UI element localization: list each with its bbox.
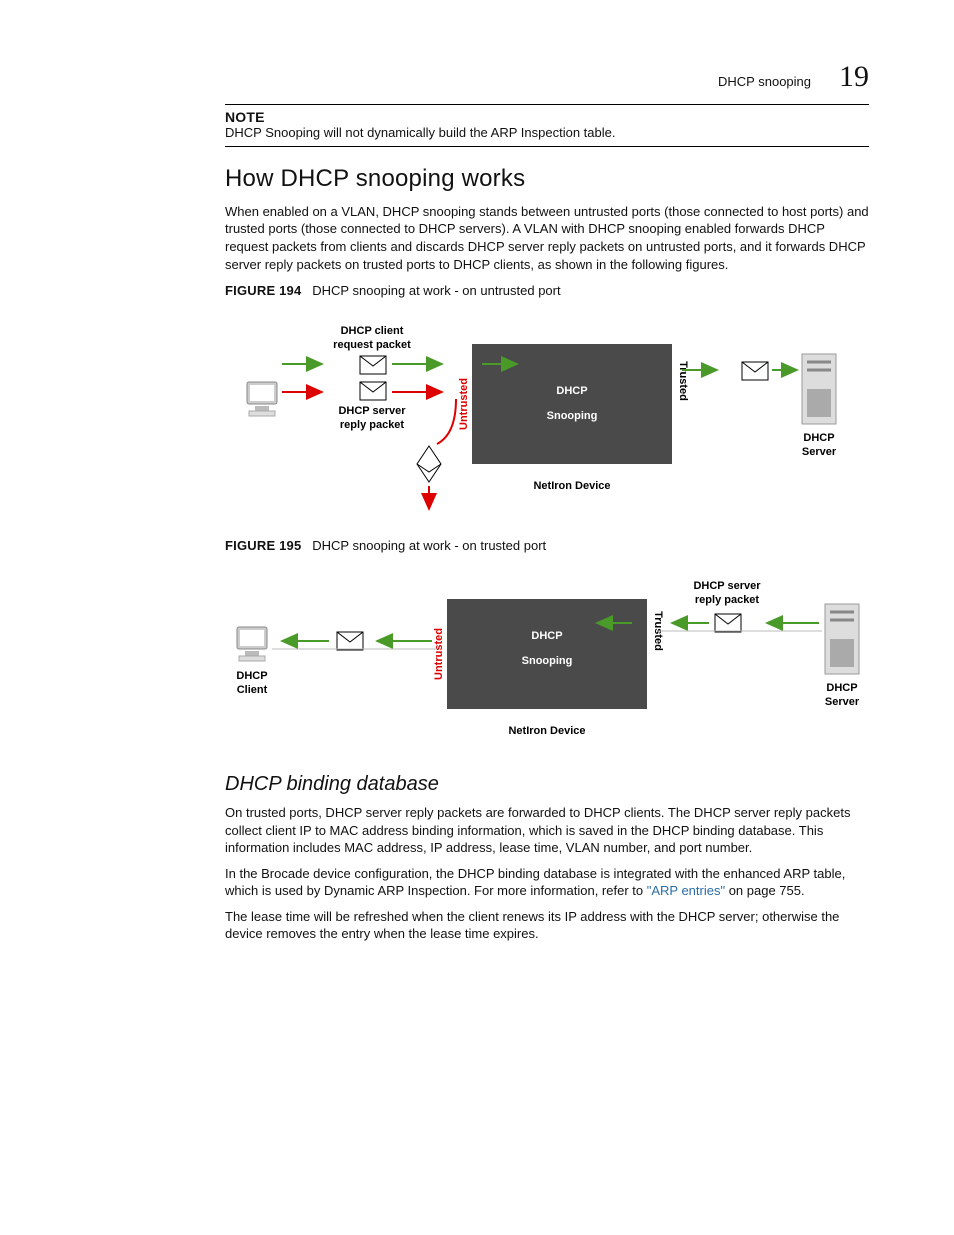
body-paragraph: On trusted ports, DHCP server reply pack… xyxy=(225,804,869,857)
body-paragraph: The lease time will be refreshed when th… xyxy=(225,908,869,943)
svg-text:reply packet: reply packet xyxy=(695,594,760,606)
page-content: DHCP snooping 19 NOTE DHCP Snooping will… xyxy=(0,0,954,1011)
computer-icon xyxy=(247,382,277,416)
divider xyxy=(225,146,869,147)
svg-text:Trusted: Trusted xyxy=(677,361,689,401)
figure-caption-text: DHCP snooping at work - on untrusted por… xyxy=(312,283,560,298)
figure-caption: FIGURE 194 DHCP snooping at work - on un… xyxy=(225,283,869,298)
svg-text:DHCP: DHCP xyxy=(236,670,267,682)
computer-icon xyxy=(237,627,267,661)
envelope-icon xyxy=(742,362,768,380)
figure-caption-text: DHCP snooping at work - on trusted port xyxy=(312,538,546,553)
arp-entries-link[interactable]: "ARP entries" xyxy=(647,883,725,898)
server-icon xyxy=(825,604,859,674)
svg-text:request packet: request packet xyxy=(333,339,411,351)
figure-label: FIGURE 195 xyxy=(225,538,301,553)
diagram-trusted: DHCP Snooping NetIron Device DHCP Client… xyxy=(227,559,867,759)
figure-194: DHCP Snooping NetIron Device DHCP Server… xyxy=(225,304,869,524)
note-label: NOTE xyxy=(225,109,869,125)
svg-text:DHCP: DHCP xyxy=(803,432,834,444)
svg-text:Client: Client xyxy=(237,684,268,696)
envelope-icon xyxy=(715,614,741,632)
figure-label: FIGURE 194 xyxy=(225,283,301,298)
text-run: on page 755. xyxy=(725,883,805,898)
figure-caption: FIGURE 195 DHCP snooping at work - on tr… xyxy=(225,538,869,553)
svg-text:Server: Server xyxy=(802,446,837,458)
divider xyxy=(225,104,869,105)
svg-text:DHCP: DHCP xyxy=(826,682,857,694)
svg-text:DHCP server: DHCP server xyxy=(693,580,761,592)
svg-text:Snooping: Snooping xyxy=(547,410,598,422)
envelope-icon xyxy=(360,356,386,374)
figure-195: DHCP Snooping NetIron Device DHCP Client… xyxy=(225,559,869,759)
section-heading: How DHCP snooping works xyxy=(225,165,869,193)
svg-text:Untrusted: Untrusted xyxy=(433,628,445,680)
page-header: DHCP snooping 19 xyxy=(225,60,869,94)
svg-text:Untrusted: Untrusted xyxy=(458,378,470,430)
svg-text:DHCP server: DHCP server xyxy=(338,405,406,417)
svg-text:reply packet: reply packet xyxy=(340,419,405,431)
subsection-heading: DHCP binding database xyxy=(225,773,869,796)
svg-text:DHCP client: DHCP client xyxy=(341,325,404,337)
svg-text:Snooping: Snooping xyxy=(522,655,573,667)
diagram-untrusted: DHCP Snooping NetIron Device DHCP Server… xyxy=(242,304,852,524)
envelope-icon xyxy=(337,632,363,650)
svg-text:DHCP: DHCP xyxy=(531,630,562,642)
svg-text:DHCP: DHCP xyxy=(556,385,587,397)
svg-text:Server: Server xyxy=(825,696,860,708)
body-paragraph: In the Brocade device configuration, the… xyxy=(225,865,869,900)
discard-envelope-icon xyxy=(417,446,441,482)
note-text: DHCP Snooping will not dynamically build… xyxy=(225,125,869,142)
page-number: 19 xyxy=(839,60,869,94)
server-icon xyxy=(802,354,836,424)
header-topic: DHCP snooping xyxy=(718,74,811,89)
svg-text:NetIron Device: NetIron Device xyxy=(533,480,610,492)
envelope-icon xyxy=(360,382,386,400)
svg-text:NetIron Device: NetIron Device xyxy=(508,725,585,737)
section-intro: When enabled on a VLAN, DHCP snooping st… xyxy=(225,203,869,273)
